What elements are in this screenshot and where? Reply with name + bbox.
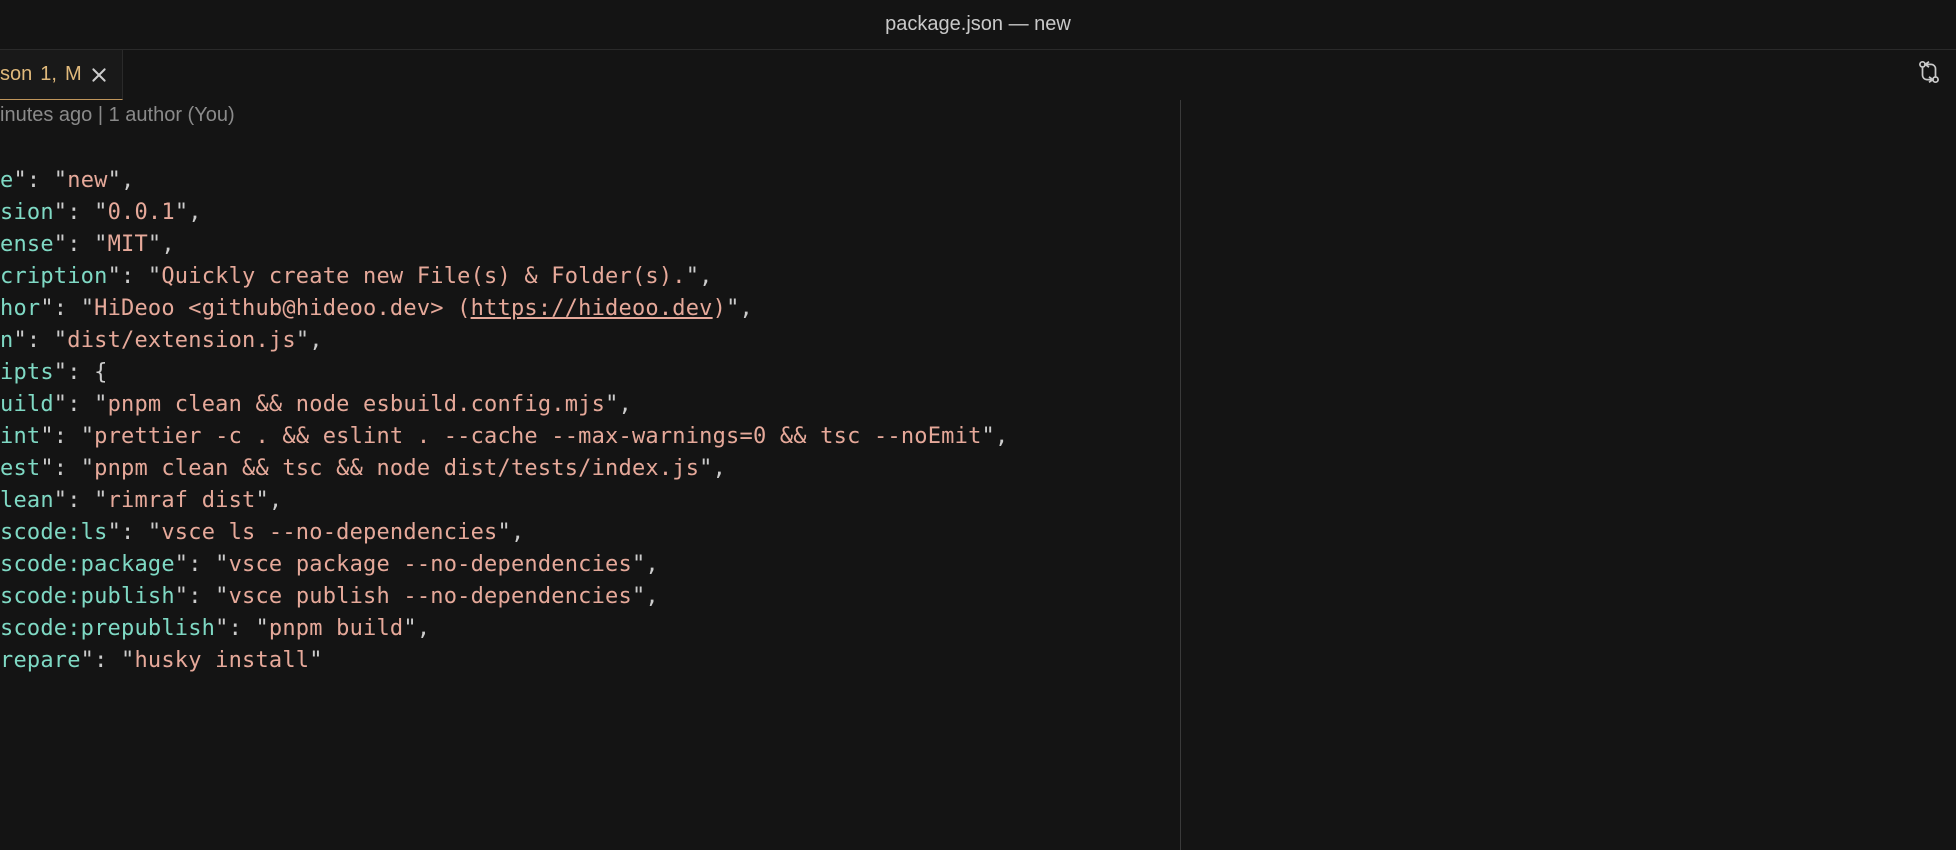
code-line: scode:ls": "vsce ls --no-dependencies",: [0, 517, 1180, 549]
json-string: 0.0.1: [108, 200, 175, 225]
json-string: Quickly create new File(s) & Folder(s).: [161, 264, 685, 289]
code-line: sion": "0.0.1",: [0, 197, 1180, 229]
json-key: repare: [0, 648, 81, 673]
json-string: rimraf dist: [108, 488, 256, 513]
json-key: e: [0, 168, 13, 193]
code-line: scode:prepublish": "pnpm build",: [0, 613, 1180, 645]
blank-line: [0, 133, 1180, 165]
json-string: vsce ls --no-dependencies: [161, 520, 497, 545]
json-key: est: [0, 456, 40, 481]
code-line: e": "new",: [0, 165, 1180, 197]
json-string: vsce publish --no-dependencies: [229, 584, 632, 609]
codelens-authors[interactable]: inutes ago | 1 author (You): [0, 100, 1180, 133]
json-key: scode:prepublish: [0, 616, 215, 641]
json-key: ipts: [0, 360, 54, 385]
json-key: n: [0, 328, 13, 353]
json-string: pnpm clean && tsc && node dist/tests/ind…: [94, 456, 699, 481]
tab-package-json[interactable]: son 1, M: [0, 50, 123, 100]
tab-bar: son 1, M: [0, 50, 1956, 100]
json-key: cription: [0, 264, 108, 289]
code-line: n": "dist/extension.js",: [0, 325, 1180, 357]
code-line: scode:publish": "vsce publish --no-depen…: [0, 581, 1180, 613]
json-string: pnpm clean && node esbuild.config.mjs: [108, 392, 605, 417]
tab-problems-count: 1,: [40, 63, 57, 86]
code-line: uild": "pnpm clean && node esbuild.confi…: [0, 389, 1180, 421]
code-line: est": "pnpm clean && tsc && node dist/te…: [0, 453, 1180, 485]
json-string: ): [713, 296, 726, 321]
code-line: ipts": {: [0, 357, 1180, 389]
code-line: repare": "husky install": [0, 645, 1180, 677]
code-line: lean": "rimraf dist",: [0, 485, 1180, 517]
tab-modified-indicator: M: [65, 63, 82, 86]
editor[interactable]: inutes ago | 1 author (You) e": "new", s…: [0, 100, 1180, 850]
json-key: int: [0, 424, 40, 449]
json-string: vsce package --no-dependencies: [229, 552, 632, 577]
tab-bar-actions: [1916, 50, 1942, 100]
editor-wrap: inutes ago | 1 author (You) e": "new", s…: [0, 100, 1956, 850]
minimap-pane[interactable]: [1180, 100, 1956, 850]
compare-changes-icon[interactable]: [1916, 59, 1942, 91]
json-string: husky install: [134, 648, 309, 673]
code-line: cription": "Quickly create new File(s) &…: [0, 261, 1180, 293]
code-line: hor": "HiDeoo <github@hideoo.dev> (https…: [0, 293, 1180, 325]
close-icon[interactable]: [90, 66, 108, 84]
json-key: scode:publish: [0, 584, 175, 609]
window-title: package.json — new: [885, 13, 1071, 36]
code-line: scode:package": "vsce package --no-depen…: [0, 549, 1180, 581]
json-key: ense: [0, 232, 54, 257]
json-key: scode:ls: [0, 520, 108, 545]
json-string: pnpm build: [269, 616, 403, 641]
json-key: lean: [0, 488, 54, 513]
json-key: uild: [0, 392, 54, 417]
code-line: ense": "MIT",: [0, 229, 1180, 261]
hyperlink[interactable]: https://hideoo.dev: [471, 296, 713, 321]
json-string: MIT: [108, 232, 148, 257]
json-string: HiDeoo <github@hideoo.dev> (: [94, 296, 470, 321]
tab-filename: son: [0, 63, 32, 86]
titlebar: package.json — new: [0, 0, 1956, 50]
json-string: dist/extension.js: [67, 328, 296, 353]
json-key: scode:package: [0, 552, 175, 577]
json-key: sion: [0, 200, 54, 225]
code-line: int": "prettier -c . && eslint . --cache…: [0, 421, 1180, 453]
json-string: new: [67, 168, 107, 193]
json-string: prettier -c . && eslint . --cache --max-…: [94, 424, 981, 449]
json-key: hor: [0, 296, 40, 321]
